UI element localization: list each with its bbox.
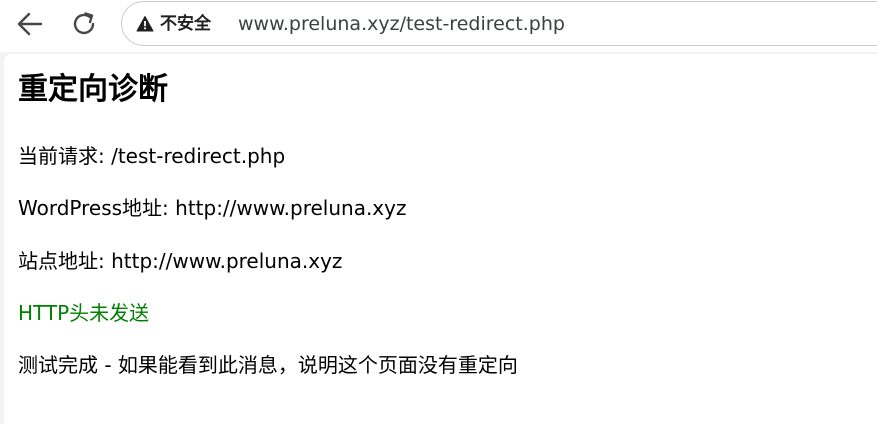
- reload-button[interactable]: [68, 8, 100, 40]
- address-bar[interactable]: 不安全 www.preluna.xyz/test-redirect.php: [121, 1, 877, 46]
- wordpress-address-text: WordPress地址: http://www.preluna.xyz: [18, 196, 407, 220]
- page-title: 重定向诊断: [18, 72, 168, 107]
- test-complete-message: 测试完成 - 如果能看到此消息，说明这个页面没有重定向: [18, 353, 518, 377]
- page-viewport: 重定向诊断 当前请求: /test-redirect.php WordPress…: [4, 54, 877, 424]
- security-indicator[interactable]: 不安全: [136, 12, 211, 36]
- arrow-left-icon: [17, 12, 43, 36]
- url-text[interactable]: www.preluna.xyz/test-redirect.php: [238, 12, 565, 36]
- back-button[interactable]: [14, 8, 46, 40]
- security-label: 不安全: [160, 14, 211, 34]
- browser-toolbar: 不安全 www.preluna.xyz/test-redirect.php: [0, 0, 877, 52]
- site-address-text: 站点地址: http://www.preluna.xyz: [18, 249, 343, 273]
- current-request-text: 当前请求: /test-redirect.php: [18, 144, 286, 168]
- http-header-status: HTTP头未发送: [18, 301, 150, 325]
- reload-icon: [73, 12, 95, 35]
- warning-triangle-icon: [136, 16, 154, 32]
